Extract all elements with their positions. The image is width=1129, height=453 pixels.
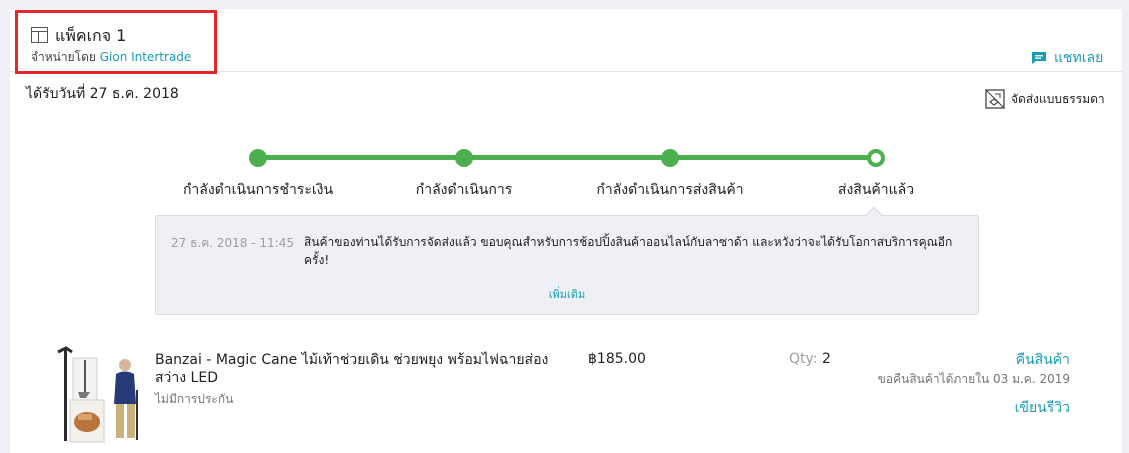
shipping-method: จัดส่งแบบธรรมดา — [985, 89, 1105, 109]
qty-value: 2 — [821, 351, 831, 367]
product-price: ฿185.00 — [588, 351, 646, 367]
seller-prefix: จำหน่ายโดย — [31, 50, 96, 64]
message-pointer — [865, 206, 883, 224]
chat-icon — [1032, 52, 1046, 64]
message-time: 27 ธ.ค. 2018 - 11:45 — [171, 236, 294, 250]
return-item-link[interactable]: คืนสินค้า — [1016, 349, 1070, 371]
progress-dot-delivered — [867, 149, 885, 167]
write-review-link[interactable]: เขียนรีวิว — [1015, 397, 1070, 419]
more-link[interactable]: เพิ่มเติม — [156, 285, 978, 303]
delivery-icon — [985, 89, 1005, 109]
qty-label: Qty: — [789, 351, 818, 367]
package-box-icon — [31, 27, 48, 43]
step-label-processing: กำลังดำเนินการ — [415, 182, 513, 198]
chat-now-button[interactable]: แชทเลย — [1031, 49, 1103, 67]
message-text: สินค้าของท่านได้รับการจัดส่งแล้ว ขอบคุณส… — [304, 235, 953, 267]
chat-label: แชทเลย — [1054, 50, 1104, 66]
received-date: ได้รับวันที่ 27 ธ.ค. 2018 — [26, 86, 179, 102]
product-image[interactable] — [50, 344, 145, 444]
package-title: แพ็คเกจ 1 — [55, 26, 127, 45]
return-deadline-note: ขอคืนสินค้าได้ภายใน 03 ม.ค. 2019 — [877, 372, 1070, 386]
progress-dot-processing — [455, 149, 473, 167]
package-card: แพ็คเกจ 1 จำหน่ายโดย Gion Intertrade แชท… — [10, 9, 1122, 453]
product-name[interactable]: Banzai - Magic Cane ไม้เท้าช่วยเดิน ช่วย… — [155, 351, 555, 387]
progress-dot-shipping — [661, 149, 679, 167]
product-warranty: ไม่มีการประกัน — [155, 392, 234, 406]
seller-line: จำหน่ายโดย Gion Intertrade — [31, 48, 191, 67]
shipping-method-label: จัดส่งแบบธรรมดา — [1011, 91, 1105, 106]
step-label-shipping: กำลังดำเนินการส่งสินค้า — [596, 182, 744, 198]
seller-link[interactable]: Gion Intertrade — [100, 50, 192, 64]
package-highlight-box: แพ็คเกจ 1 จำหน่ายโดย Gion Intertrade — [15, 10, 217, 74]
status-message-box: 27 ธ.ค. 2018 - 11:45 สินค้าของท่านได้รับ… — [155, 206, 979, 315]
step-label-delivered: ส่งสินค้าแล้ว — [837, 182, 915, 198]
progress-dot-payment — [249, 149, 267, 167]
step-label-payment: กำลังดำเนินการชำระเงิน — [182, 182, 334, 198]
progress-track — [258, 155, 878, 160]
product-quantity: Qty: 2 — [789, 351, 831, 367]
